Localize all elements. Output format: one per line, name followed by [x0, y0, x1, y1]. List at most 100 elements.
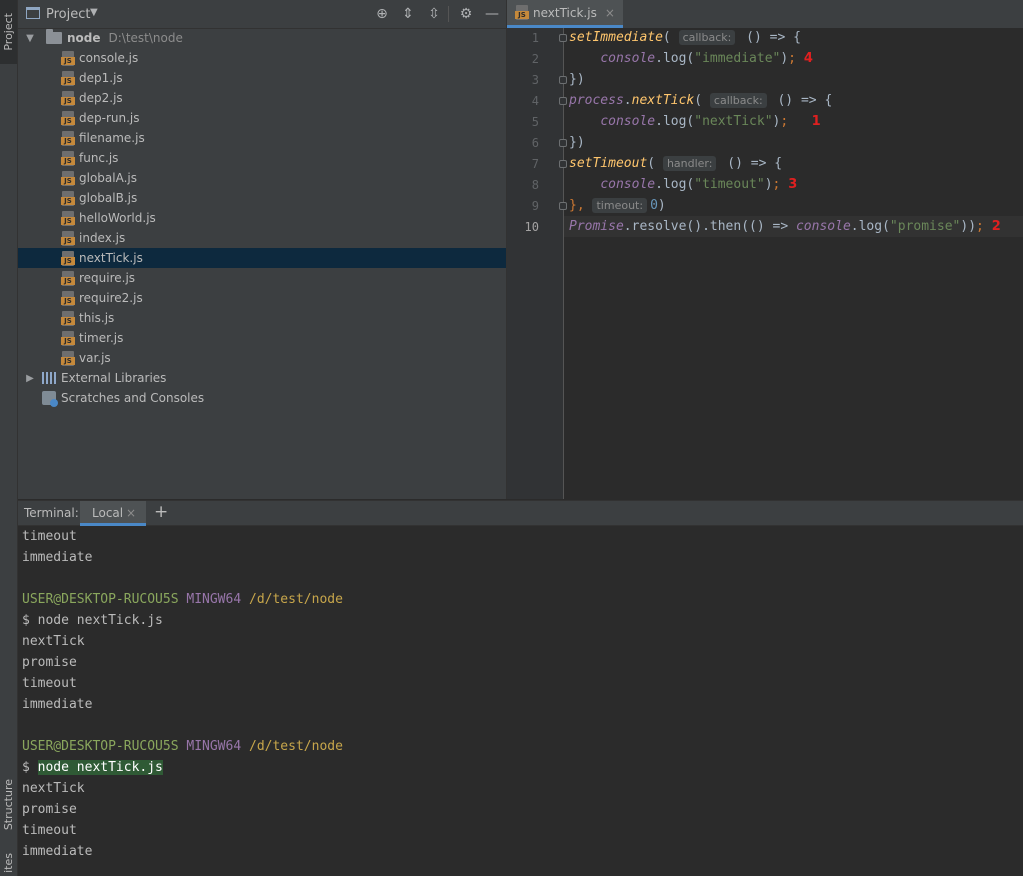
- code-token: ): [657, 198, 666, 213]
- tree-file-item[interactable]: JS func.js: [18, 148, 506, 168]
- fold-marker[interactable]: [559, 160, 567, 168]
- code-token: process: [569, 93, 624, 108]
- tree-file-item[interactable]: JS helloWorld.js: [18, 208, 506, 228]
- js-file-icon: JS: [61, 130, 75, 146]
- terminal-line: immediate: [22, 550, 93, 565]
- code-token: log(: [662, 114, 695, 129]
- terminal-tab-label: Local: [92, 506, 124, 520]
- code-token: .: [623, 93, 632, 108]
- code-token: Promise: [569, 219, 624, 234]
- order-annotation: 1: [811, 114, 821, 129]
- project-panel-title[interactable]: Project: [46, 7, 90, 22]
- js-file-icon: JS: [61, 210, 75, 226]
- close-icon[interactable]: ×: [126, 506, 136, 520]
- tree-file-item[interactable]: JS timer.js: [18, 328, 506, 348]
- expand-all-icon[interactable]: ⇕: [400, 6, 416, 22]
- tree-file-item[interactable]: JS globalB.js: [18, 188, 506, 208]
- file-name: index.js: [79, 231, 126, 245]
- code-token: .: [655, 114, 663, 129]
- code-line-7: setTimeout( handler: () => {: [569, 153, 782, 174]
- code-editor[interactable]: setImmediate( callback: () => { console.…: [507, 28, 1023, 499]
- code-line-5: console.log("nextTick"); 1: [569, 111, 821, 132]
- parameter-hint: handler:: [662, 156, 717, 171]
- code-token: setTimeout: [569, 156, 648, 171]
- tree-file-item[interactable]: JS require.js: [18, 268, 506, 288]
- code-line-10: Promise.resolve().then(() => console.log…: [569, 216, 1001, 237]
- prompt-path: /d/test/node: [249, 739, 343, 754]
- chevron-right-icon[interactable]: ▶: [24, 373, 36, 384]
- fold-marker[interactable]: [559, 202, 567, 210]
- structure-tool-tab-label: Structure: [2, 779, 15, 831]
- line-number: 7: [531, 157, 539, 171]
- file-name: require2.js: [79, 291, 143, 305]
- editor-tab-bar: JS nextTick.js ×: [507, 0, 1023, 29]
- order-annotation: 3: [788, 177, 798, 192]
- root-folder-name: node: [67, 31, 101, 45]
- code-line-9: }, timeout: 0): [569, 195, 666, 216]
- editor-tab-nexttick[interactable]: JS nextTick.js ×: [507, 0, 623, 28]
- tree-file-item[interactable]: JS nextTick.js: [18, 248, 506, 268]
- minimize-icon[interactable]: —: [484, 6, 500, 22]
- project-tool-tab-label: Project: [2, 13, 15, 51]
- file-name: func.js: [79, 151, 119, 165]
- tree-file-item[interactable]: JS var.js: [18, 348, 506, 368]
- project-tool-tab[interactable]: Project: [0, 0, 17, 64]
- tree-file-item[interactable]: JS globalA.js: [18, 168, 506, 188]
- terminal-line: timeout: [22, 823, 77, 838]
- line-number: 9: [531, 199, 539, 213]
- js-file-icon: JS: [61, 330, 75, 346]
- code-token: "immediate": [694, 51, 781, 66]
- code-token: (: [694, 93, 703, 108]
- code-token: ;: [976, 219, 984, 234]
- tree-root-folder[interactable]: ▼ node D:\test\node: [18, 28, 506, 48]
- tree-external-libraries[interactable]: ▶ External Libraries: [18, 368, 506, 388]
- tree-file-item[interactable]: JS console.js: [18, 48, 506, 68]
- order-annotation: 2: [991, 219, 1001, 234]
- line-number: 2: [531, 52, 539, 66]
- file-name: require.js: [79, 271, 136, 285]
- tree-file-item[interactable]: JS filename.js: [18, 128, 506, 148]
- terminal-line: promise: [22, 655, 77, 670]
- code-token: (: [662, 30, 671, 45]
- code-line-6: }): [569, 135, 585, 150]
- locate-icon[interactable]: ⊕: [374, 6, 390, 22]
- terminal-line: nextTick: [22, 634, 85, 649]
- terminal-tab-local[interactable]: Local ×: [80, 501, 146, 526]
- tree-file-item[interactable]: JS dep2.js: [18, 88, 506, 108]
- terminal-line: promise: [22, 802, 77, 817]
- structure-tool-tab[interactable]: Structure: [0, 770, 17, 840]
- prompt-user: USER@DESKTOP-RUCOU5S: [22, 739, 179, 754]
- tree-file-item[interactable]: JS index.js: [18, 228, 506, 248]
- fold-marker[interactable]: [559, 34, 567, 42]
- fold-marker[interactable]: [559, 97, 567, 105]
- favorites-tool-tab[interactable]: ites: [0, 850, 17, 876]
- gear-icon[interactable]: ⚙: [458, 6, 474, 22]
- tree-file-item[interactable]: JS require2.js: [18, 288, 506, 308]
- scratches-icon: [42, 391, 58, 407]
- tree-file-item[interactable]: JS this.js: [18, 308, 506, 328]
- line-number: 6: [531, 136, 539, 150]
- code-line-1: setImmediate( callback: () => {: [569, 27, 801, 48]
- chevron-down-icon[interactable]: ▼: [90, 7, 98, 18]
- code-line-2: console.log("immediate"); 4: [569, 48, 813, 69]
- parameter-hint: callback:: [678, 30, 736, 45]
- terminal-output[interactable]: timeout immediate USER@DESKTOP-RUCOU5S M…: [18, 526, 1023, 876]
- new-tab-icon[interactable]: +: [154, 502, 168, 522]
- scratches-consoles-label: Scratches and Consoles: [61, 391, 205, 405]
- line-number: 10: [524, 220, 539, 234]
- tree-file-item[interactable]: JS dep-run.js: [18, 108, 506, 128]
- fold-marker[interactable]: [559, 76, 567, 84]
- collapse-all-icon[interactable]: ⇳: [426, 6, 442, 22]
- tree-file-item[interactable]: JS dep1.js: [18, 68, 506, 88]
- code-token: ;: [780, 114, 789, 129]
- chevron-down-icon[interactable]: ▼: [24, 33, 36, 44]
- left-tool-strip: Project Structure ites: [0, 0, 18, 876]
- close-icon[interactable]: ×: [605, 6, 615, 20]
- tree-scratches-consoles[interactable]: Scratches and Consoles: [18, 388, 506, 408]
- terminal-command: $ node nextTick.js: [22, 613, 163, 628]
- fold-marker[interactable]: [559, 139, 567, 147]
- prompt-system: MINGW64: [186, 739, 242, 754]
- code-token: nextTick: [631, 93, 695, 108]
